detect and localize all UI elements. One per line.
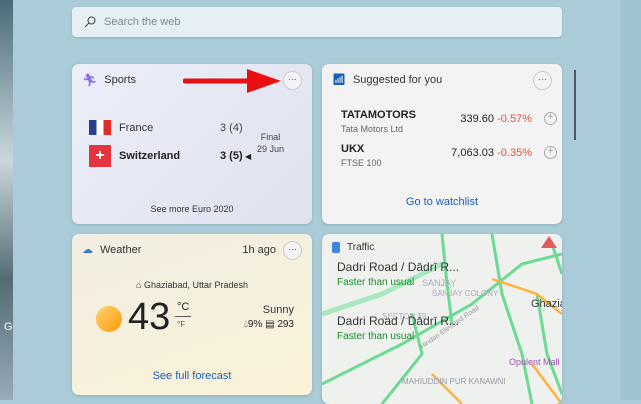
air-quality: 293 bbox=[277, 319, 294, 330]
traffic-light-icon bbox=[332, 242, 340, 253]
temperature: 43 bbox=[128, 296, 171, 338]
running-icon: 🏃︎ bbox=[82, 73, 98, 87]
desktop-background-left: G bbox=[0, 0, 13, 400]
stock-change: -0.35% bbox=[497, 147, 532, 159]
add-to-watchlist-button[interactable]: + bbox=[544, 112, 557, 125]
air-quality-icon: ▤ bbox=[265, 319, 275, 330]
stock-name: Tata Motors Ltd bbox=[341, 124, 404, 134]
celsius-toggle[interactable]: °C bbox=[175, 301, 192, 317]
widget-title: Weather bbox=[100, 243, 142, 256]
weather-condition: Sunny bbox=[262, 304, 294, 316]
team-name: Switzerland bbox=[119, 150, 181, 162]
team-row[interactable]: + Switzerland 3 (5) ◀ bbox=[89, 145, 251, 167]
map-label: Ghazia bbox=[531, 298, 562, 310]
updated-time: 1h ago bbox=[242, 244, 276, 256]
stock-name: FTSE 100 bbox=[341, 158, 382, 168]
match-date: 29 Jun bbox=[257, 144, 285, 154]
widget-title: Sports bbox=[104, 74, 137, 86]
map-label: MAHIUDDIN PUR KANAWNI bbox=[402, 377, 506, 386]
stock-price: 7,063.03 bbox=[451, 147, 494, 159]
france-flag-icon bbox=[89, 120, 111, 135]
more-options-button[interactable]: ··· bbox=[533, 71, 552, 90]
route-status: Faster than usual bbox=[337, 277, 415, 288]
weather-widget[interactable]: ☁ Weather 1h ago ··· ⌂ Ghaziabad, Uttar P… bbox=[72, 234, 312, 395]
add-to-watchlist-button[interactable]: + bbox=[544, 146, 557, 159]
search-placeholder: Search the web bbox=[104, 16, 181, 28]
route-item[interactable]: Dadri Road / Dādrī R... Faster than usua… bbox=[337, 260, 459, 288]
more-options-button[interactable]: ··· bbox=[283, 71, 302, 90]
team-score: 3 (5) bbox=[220, 150, 243, 162]
see-full-forecast-link[interactable]: See full forecast bbox=[72, 370, 312, 382]
desktop-background-right bbox=[621, 0, 641, 400]
desktop-text: G bbox=[4, 321, 13, 333]
go-to-watchlist-link[interactable]: Go to watchlist bbox=[322, 196, 562, 208]
route-name: Dadri Road / Dādrī R... bbox=[337, 314, 460, 328]
traffic-widget[interactable]: SANJAY SANJAY COLONY SECTOR 19 Hindan El… bbox=[322, 234, 562, 404]
team-row[interactable]: France 3 (4) bbox=[89, 120, 243, 135]
more-options-button[interactable]: ··· bbox=[283, 241, 302, 260]
sun-icon bbox=[96, 306, 122, 332]
match-status: Final bbox=[260, 132, 281, 142]
search-icon bbox=[84, 16, 96, 28]
fahrenheit-toggle[interactable]: °F bbox=[177, 320, 185, 329]
stock-change: -0.57% bbox=[497, 113, 532, 125]
stock-price: 339.60 bbox=[460, 113, 494, 125]
red-arrow-annotation bbox=[183, 69, 281, 93]
location: Ghaziabad, Uttar Pradesh bbox=[143, 280, 248, 290]
scrollbar[interactable] bbox=[574, 70, 576, 140]
stock-row[interactable]: TATAMOTORS Tata Motors Ltd 339.60 -0.57%… bbox=[341, 109, 557, 134]
home-icon: ⌂ bbox=[136, 280, 144, 290]
widget-title: Traffic bbox=[347, 242, 375, 253]
stocks-widget[interactable]: 📶︎ Suggested for you ··· TATAMOTORS Tata … bbox=[322, 64, 562, 224]
map-label: Opulent Mall bbox=[509, 357, 560, 367]
chart-icon: 📶︎ bbox=[332, 74, 346, 86]
widget-title: Suggested for you bbox=[352, 73, 443, 86]
map-label: SANJAY COLONY bbox=[432, 289, 499, 298]
warning-icon bbox=[541, 236, 557, 248]
route-item[interactable]: Dadri Road / Dādrī R... Faster than usua… bbox=[337, 314, 459, 342]
route-status: Faster than usual bbox=[337, 331, 415, 342]
search-box[interactable]: Search the web bbox=[72, 7, 562, 37]
switzerland-flag-icon: + bbox=[89, 145, 111, 167]
see-more-link[interactable]: See more Euro 2020 bbox=[72, 204, 312, 214]
precipitation: 9% bbox=[247, 319, 263, 330]
team-score: 3 (4) bbox=[220, 121, 243, 134]
stock-row[interactable]: UKX FTSE 100 7,063.03 -0.35% + bbox=[341, 143, 557, 168]
cloud-icon: ☁ bbox=[82, 244, 93, 256]
winner-indicator-icon: ◀ bbox=[245, 151, 252, 161]
team-name: France bbox=[119, 121, 154, 134]
route-name: Dadri Road / Dādrī R... bbox=[337, 260, 460, 274]
